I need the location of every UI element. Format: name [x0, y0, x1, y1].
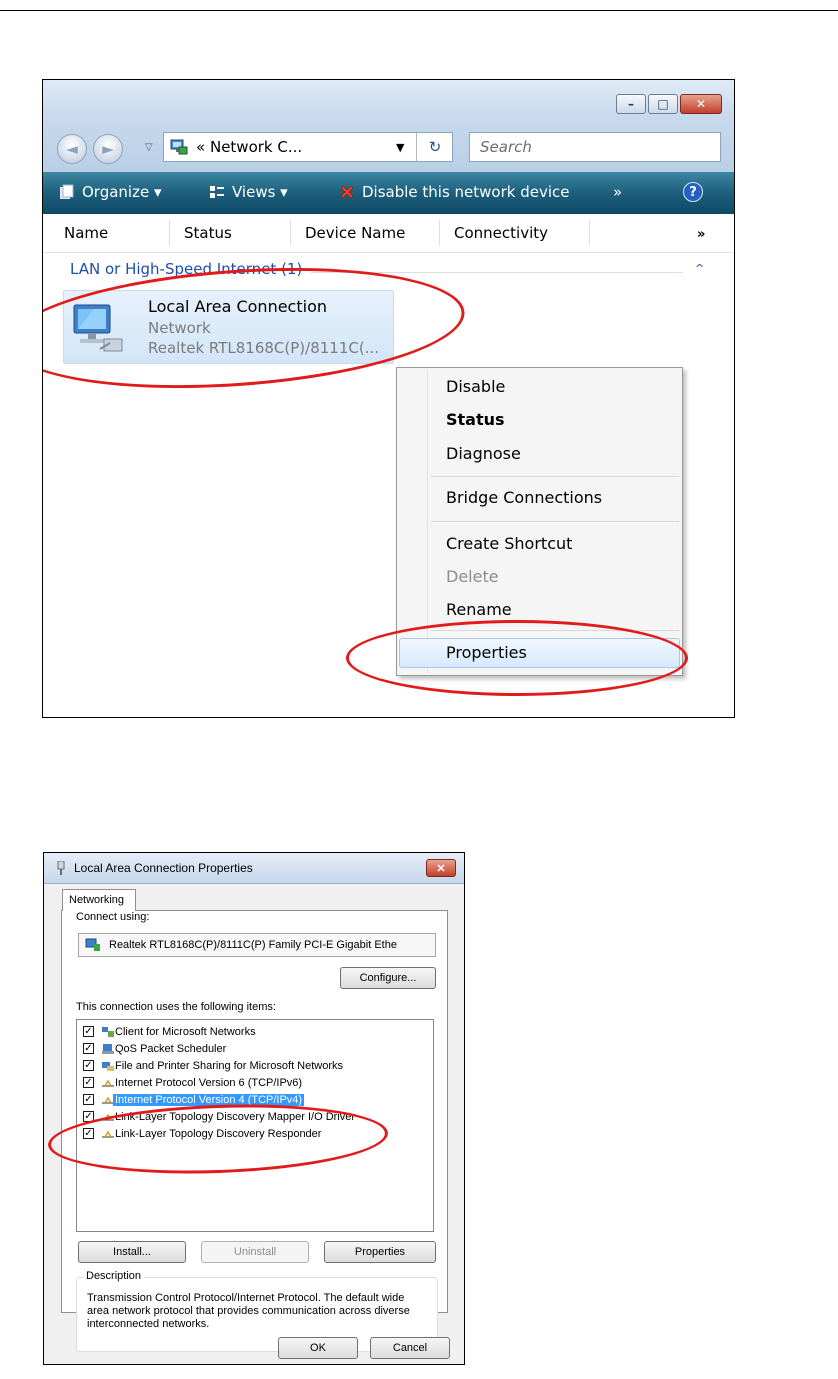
- adapter-field: Realtek RTL8168C(P)/8111C(P) Family PCI-…: [78, 933, 436, 957]
- list-item-label: Internet Protocol Version 6 (TCP/IPv6): [115, 1077, 303, 1089]
- protocol-icon: [102, 1079, 114, 1087]
- menu-separator: [431, 521, 679, 522]
- list-item-file-and-printer-sharing[interactable]: ✓ File and Printer Sharing for Microsoft…: [83, 1058, 423, 1075]
- address-breadcrumb-chevron: «: [196, 138, 206, 156]
- address-bar[interactable]: « Network C... ▼ ↻: [163, 132, 453, 162]
- close-icon: ✕: [695, 97, 707, 111]
- forward-button[interactable]: ►: [93, 134, 123, 164]
- properties-button[interactable]: Properties: [324, 1241, 436, 1263]
- checkbox[interactable]: ✓: [83, 1043, 94, 1054]
- more-columns-chevron-icon[interactable]: »: [697, 227, 705, 242]
- more-commands-button[interactable]: »: [613, 183, 622, 201]
- column-divider[interactable]: [589, 220, 590, 246]
- network-adapter-icon: [57, 861, 65, 875]
- search-placeholder: Search: [480, 138, 532, 156]
- menu-item-bridge-connections[interactable]: Bridge Connections: [446, 488, 602, 507]
- connect-using-label: Connect using:: [76, 911, 150, 923]
- list-item-label: QoS Packet Scheduler: [115, 1043, 227, 1055]
- network-card-icon: [85, 938, 100, 951]
- adapter-name: Realtek RTL8168C(P)/8111C(P) Family PCI-…: [109, 939, 397, 951]
- organize-icon: [60, 184, 74, 199]
- organize-button[interactable]: Organize ▾: [59, 183, 162, 201]
- maximize-button[interactable]: □: [648, 94, 678, 114]
- install-button[interactable]: Install...: [78, 1241, 186, 1263]
- menu-item-status[interactable]: Status: [446, 410, 505, 429]
- help-icon[interactable]: ?: [683, 182, 703, 202]
- menu-item-delete: Delete: [446, 567, 499, 586]
- ok-button[interactable]: OK: [278, 1337, 358, 1359]
- close-icon: ✕: [436, 862, 446, 875]
- list-item-label: File and Printer Sharing for Microsoft N…: [115, 1060, 344, 1072]
- uninstall-button: Uninstall: [201, 1241, 309, 1263]
- back-button[interactable]: ◄: [57, 134, 87, 164]
- caption-buttons: – □ ✕: [616, 94, 722, 114]
- cancel-button[interactable]: Cancel: [370, 1337, 450, 1359]
- column-divider[interactable]: [169, 220, 170, 246]
- disable-device-label: Disable this network device: [362, 183, 570, 201]
- collapse-group-chevron-icon[interactable]: ^: [695, 262, 704, 275]
- address-text: « Network C...: [196, 138, 302, 156]
- views-button[interactable]: Views ▾: [209, 183, 288, 201]
- checkbox[interactable]: ✓: [83, 1094, 94, 1105]
- column-divider[interactable]: [439, 220, 440, 246]
- page-top-rule: [0, 10, 838, 11]
- menu-item-rename[interactable]: Rename: [446, 600, 512, 619]
- close-button[interactable]: ✕: [680, 94, 722, 114]
- maximize-icon: □: [657, 97, 669, 111]
- list-item-ipv6[interactable]: ✓ Internet Protocol Version 6 (TCP/IPv6): [83, 1075, 423, 1092]
- forward-arrow-icon: ►: [102, 140, 114, 158]
- description-text: Transmission Control Protocol/Internet P…: [87, 1292, 410, 1330]
- column-connectivity[interactable]: Connectivity: [454, 224, 548, 242]
- sharing-icon: [102, 1062, 114, 1071]
- navigation-bar: ◄ ► ▽ « Network C... ▼ ↻ Search: [57, 132, 721, 164]
- annotation-ellipse-properties: [346, 620, 688, 696]
- views-label: Views ▾: [232, 183, 288, 201]
- address-location: Network C...: [209, 138, 303, 156]
- back-arrow-icon: ◄: [66, 140, 78, 158]
- list-item-qos-packet-scheduler[interactable]: ✓ QoS Packet Scheduler: [83, 1041, 423, 1058]
- menu-item-diagnose[interactable]: Diagnose: [446, 444, 521, 463]
- search-box[interactable]: Search: [469, 132, 721, 162]
- views-icon: [210, 186, 224, 198]
- scheduler-icon: [102, 1044, 114, 1054]
- menu-separator: [431, 476, 679, 477]
- checkbox[interactable]: ✓: [83, 1077, 94, 1088]
- minimize-button[interactable]: –: [616, 94, 646, 114]
- client-icon: [102, 1027, 114, 1037]
- tab-networking-label: Networking: [69, 894, 125, 906]
- column-header-bar: Name Status Device Name Connectivity »: [43, 214, 734, 253]
- items-label: This connection uses the following items…: [76, 1001, 276, 1013]
- configure-button[interactable]: Configure...: [340, 967, 436, 989]
- dialog-title: Local Area Connection Properties: [74, 861, 253, 875]
- tab-networking[interactable]: Networking: [62, 889, 136, 911]
- address-dropdown-icon[interactable]: ▼: [396, 141, 404, 154]
- description-title: Description: [83, 1270, 145, 1282]
- more-commands-chevron-icon: »: [613, 183, 623, 201]
- column-name[interactable]: Name: [64, 224, 108, 242]
- red-x-icon: [340, 185, 354, 199]
- list-item-label: Client for Microsoft Networks: [115, 1026, 256, 1038]
- dialog-close-button[interactable]: ✕: [426, 859, 456, 877]
- column-status[interactable]: Status: [184, 224, 232, 242]
- column-divider[interactable]: [290, 220, 291, 246]
- column-device-name[interactable]: Device Name: [305, 224, 405, 242]
- network-folder-icon: [170, 139, 188, 155]
- checkbox[interactable]: ✓: [83, 1026, 94, 1037]
- recent-pages-dropdown-icon[interactable]: ▽: [145, 142, 153, 153]
- disable-device-button[interactable]: Disable this network device: [339, 183, 570, 201]
- command-toolbar: Organize ▾ Views ▾ Disable this network …: [43, 172, 734, 214]
- menu-item-disable[interactable]: Disable: [446, 377, 505, 396]
- explorer-window: – □ ✕ ◄ ► ▽ « Network C... ▼ ↻ Search Or…: [42, 79, 735, 718]
- properties-dialog: Local Area Connection Properties ✕ Netwo…: [43, 852, 465, 1365]
- dialog-title-bar: Local Area Connection Properties ✕: [44, 853, 464, 884]
- minimize-icon: –: [628, 97, 634, 111]
- menu-item-create-shortcut[interactable]: Create Shortcut: [446, 534, 572, 553]
- refresh-icon[interactable]: ↻: [416, 133, 453, 161]
- organize-label: Organize ▾: [82, 183, 162, 201]
- list-item-client-for-microsoft-networks[interactable]: ✓ Client for Microsoft Networks: [83, 1024, 423, 1041]
- checkbox[interactable]: ✓: [83, 1060, 94, 1071]
